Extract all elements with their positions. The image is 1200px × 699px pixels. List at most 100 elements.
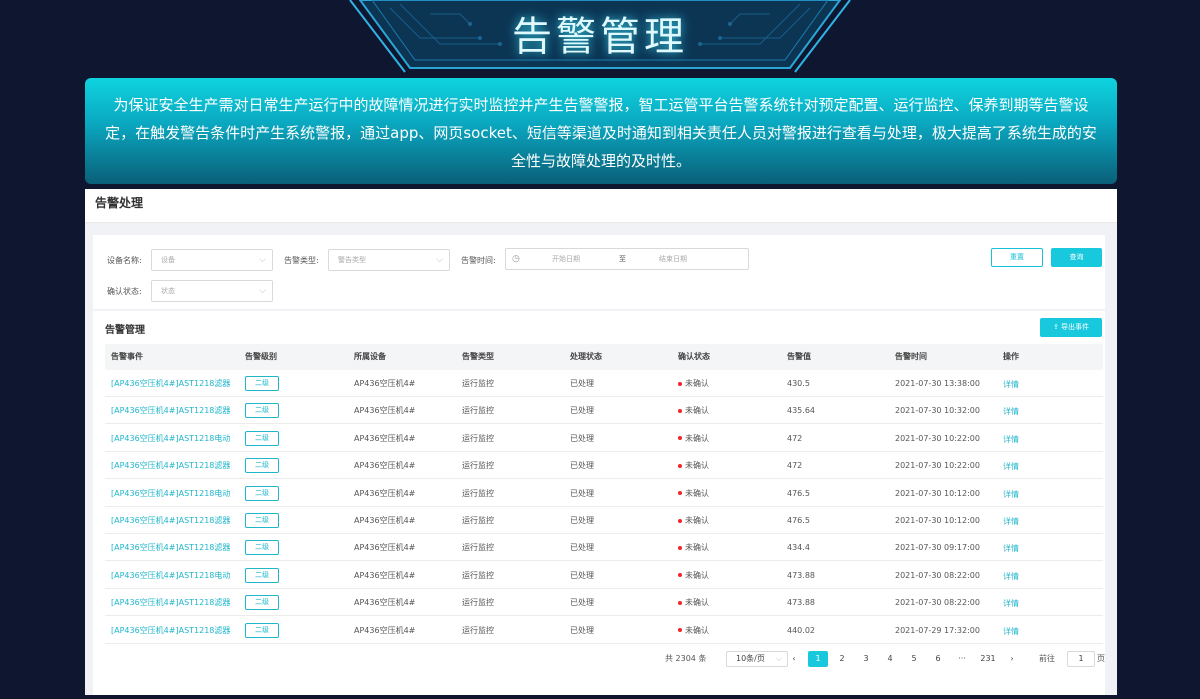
page-5[interactable]: 5	[904, 651, 924, 667]
level-badge: 二级	[245, 376, 279, 391]
time-label: 告警时间:	[461, 256, 496, 265]
confirm-status-cell: 未确认	[678, 480, 709, 507]
level-badge: 二级	[245, 567, 279, 583]
event-link[interactable]: [AP436空压机4#]AST1218滤器	[111, 589, 230, 616]
time-cell: 2021-07-30 08:22:00	[895, 598, 980, 608]
confirm-status-label: 未确认	[685, 379, 709, 388]
level-badge: 二级	[245, 403, 279, 419]
confirm-status-cell: 未确认	[678, 562, 709, 589]
type-cell: 运行监控	[462, 516, 494, 525]
value-cell: 440.02	[787, 625, 815, 635]
device-cell: AP436空压机4#	[354, 461, 416, 471]
col-time: 告警时间	[895, 352, 927, 361]
confirm-status-cell: 未确认	[678, 507, 709, 534]
event-link[interactable]: [AP436空压机4#]AST1218电动	[111, 562, 230, 589]
export-button[interactable]: ⇪ 导出事件	[1040, 318, 1102, 337]
event-link[interactable]: [AP436空压机4#]AST1218电动	[111, 425, 230, 452]
time-cell: 2021-07-30 10:12:00	[895, 516, 980, 525]
level-badge: 二级	[245, 622, 279, 638]
col-value: 告警值	[787, 352, 811, 361]
page-1[interactable]: 1	[808, 651, 828, 667]
table-row: [AP436空压机4#]AST1218滤器 二级 AP436空压机4# 运行监控 已处理…	[105, 452, 1103, 480]
event-link[interactable]: [AP436空压机4#]AST1218滤器	[111, 617, 230, 644]
detail-link[interactable]: 详情	[1003, 426, 1019, 453]
page-3[interactable]: 3	[856, 651, 876, 667]
table-row: [AP436空压机4#]AST1218滤器 二级 AP436空压机4# 运行监控 已处理…	[105, 397, 1103, 425]
device-select[interactable]: 设备 ⌵	[151, 249, 273, 271]
time-cell: 2021-07-30 10:12:00	[895, 488, 980, 498]
table-row: [AP436空压机4#]AST1218电动 二级 AP436空压机4# 运行监控 已处理…	[105, 480, 1103, 507]
time-cell: 2021-07-30 13:38:00	[895, 379, 980, 388]
col-op: 操作	[1003, 352, 1019, 361]
value-cell: 476.5	[787, 488, 810, 498]
confirm-status-label: 未确认	[685, 625, 709, 635]
type-select[interactable]: 警告类型 ⌵	[328, 249, 450, 271]
handle-status-cell: 已处理	[570, 461, 594, 471]
confirm-select[interactable]: 状态 ⌵	[151, 280, 273, 302]
detail-link[interactable]: 详情	[1003, 453, 1019, 480]
type-cell: 运行监控	[462, 461, 494, 471]
device-cell: AP436空压机4#	[354, 625, 416, 635]
filter-form: 设备名称: 设备 ⌵ 告警类型: 警告类型 ⌵ 告警时间: ◷ 开始日期 至 结…	[93, 235, 1105, 309]
handle-status-cell: 已处理	[570, 406, 594, 416]
type-cell: 运行监控	[462, 433, 494, 443]
detail-link[interactable]: 详情	[1003, 371, 1019, 398]
page-6[interactable]: 6	[928, 651, 948, 667]
detail-link[interactable]: 详情	[1003, 535, 1019, 562]
event-link[interactable]: [AP436空压机4#]AST1218滤器	[111, 507, 230, 534]
event-link[interactable]: [AP436空压机4#]AST1218滤器	[111, 397, 230, 424]
handle-status-cell: 已处理	[570, 379, 594, 388]
event-link[interactable]: [AP436空压机4#]AST1218滤器	[111, 370, 230, 397]
col-handle: 处理状态	[570, 352, 602, 361]
time-cell: 2021-07-30 10:22:00	[895, 433, 980, 443]
detail-link[interactable]: 详情	[1003, 590, 1019, 617]
reset-button[interactable]: 重置	[991, 248, 1043, 267]
goto-label: 前往	[1039, 654, 1055, 663]
confirm-status-cell: 未确认	[678, 534, 709, 561]
end-date-input[interactable]: 结束日期	[659, 249, 687, 269]
date-range-picker[interactable]: ◷ 开始日期 至 结束日期	[505, 248, 749, 270]
table-row: [AP436空压机4#]AST1218电动 二级 AP436空压机4# 运行监控 已处理…	[105, 562, 1103, 589]
confirm-status-label: 未确认	[685, 543, 709, 553]
next-page-button[interactable]: ›	[1002, 651, 1022, 667]
table-row: [AP436空压机4#]AST1218滤器 二级 AP436空压机4# 运行监控 已处理…	[105, 534, 1103, 562]
type-cell: 运行监控	[462, 379, 494, 388]
event-link[interactable]: [AP436空压机4#]AST1218滤器	[111, 534, 230, 561]
page-size-select[interactable]: 10条/页 ⌵	[726, 651, 788, 667]
chevron-down-icon: ⌵	[259, 286, 266, 296]
value-cell: 430.5	[787, 379, 810, 388]
status-dot-icon	[678, 436, 682, 441]
confirm-status-label: 未确认	[685, 598, 709, 608]
alarm-panel: 告警处理 设备名称: 设备 ⌵ 告警类型: 警告类型 ⌵ 告警时间: ◷ 开始日…	[85, 189, 1117, 695]
type-cell: 运行监控	[462, 406, 494, 416]
type-cell: 运行监控	[462, 570, 494, 580]
handle-status-cell: 已处理	[570, 570, 594, 580]
goto-page-input[interactable]: 1	[1067, 651, 1095, 667]
query-button[interactable]: 查询	[1051, 248, 1102, 267]
detail-link[interactable]: 详情	[1003, 618, 1019, 645]
chevron-down-icon: ⌵	[775, 654, 782, 663]
confirm-status-label: 未确认	[685, 406, 709, 416]
prev-page-button[interactable]: ‹	[784, 651, 804, 667]
type-cell: 运行监控	[462, 625, 494, 635]
detail-link[interactable]: 详情	[1003, 398, 1019, 425]
status-dot-icon	[678, 518, 682, 523]
detail-link[interactable]: 详情	[1003, 508, 1019, 535]
page-2[interactable]: 2	[832, 651, 852, 667]
time-cell: 2021-07-30 10:22:00	[895, 461, 980, 471]
page-last[interactable]: 231	[976, 651, 1000, 667]
page-4[interactable]: 4	[880, 651, 900, 667]
event-link[interactable]: [AP436空压机4#]AST1218滤器	[111, 452, 230, 479]
table-row: [AP436空压机4#]AST1218滤器 二级 AP436空压机4# 运行监控 已处理…	[105, 370, 1103, 397]
value-cell: 472	[787, 433, 803, 443]
handle-status-cell: 已处理	[570, 625, 594, 635]
device-cell: AP436空压机4#	[354, 488, 416, 498]
hero-header: 告警管理	[0, 0, 1200, 80]
detail-link[interactable]: 详情	[1003, 563, 1019, 590]
event-link[interactable]: [AP436空压机4#]AST1218电动	[111, 480, 230, 507]
ellipsis-button[interactable]: ···	[952, 651, 972, 667]
level-badge: 二级	[245, 540, 279, 556]
detail-link[interactable]: 详情	[1003, 481, 1019, 508]
start-date-input[interactable]: 开始日期	[552, 249, 580, 269]
device-cell: AP436空压机4#	[354, 406, 416, 416]
